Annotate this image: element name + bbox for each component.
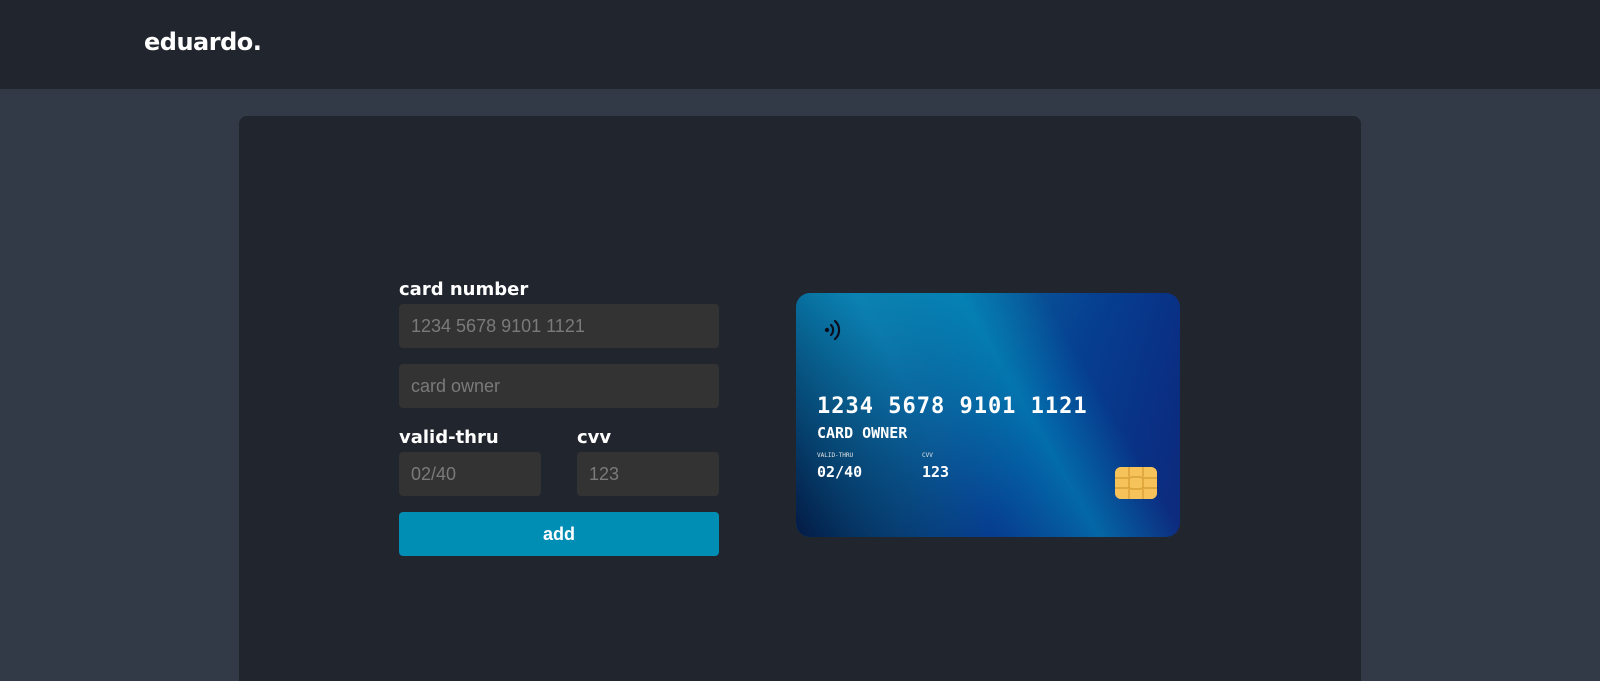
top-bar: eduardo. bbox=[0, 0, 1600, 89]
valid-thru-label: valid-thru bbox=[399, 427, 499, 448]
cvv-mini-label: CVV bbox=[922, 452, 933, 459]
card-number-input[interactable] bbox=[399, 304, 719, 348]
card-owner-display: CARD OWNER bbox=[817, 424, 908, 442]
valid-thru-display: 02/40 bbox=[817, 463, 863, 481]
cvv-display: 123 bbox=[922, 463, 950, 481]
card-number-display: 1234 5678 9101 1121 bbox=[817, 394, 1088, 419]
cvv-input[interactable] bbox=[577, 452, 719, 496]
card-owner-input[interactable] bbox=[399, 364, 719, 408]
valid-thru-input[interactable] bbox=[399, 452, 541, 496]
chip-icon bbox=[1115, 467, 1157, 499]
valid-thru-mini-label: VALID-THRU bbox=[817, 452, 854, 459]
cvv-label: cvv bbox=[577, 427, 612, 448]
card-preview: 1234 5678 9101 1121 CARD OWNER VALID-THR… bbox=[796, 293, 1180, 537]
add-button[interactable]: add bbox=[399, 512, 719, 556]
card-number-label: card number bbox=[399, 279, 529, 300]
contactless-icon bbox=[824, 319, 841, 341]
logo[interactable]: eduardo. bbox=[144, 28, 262, 56]
